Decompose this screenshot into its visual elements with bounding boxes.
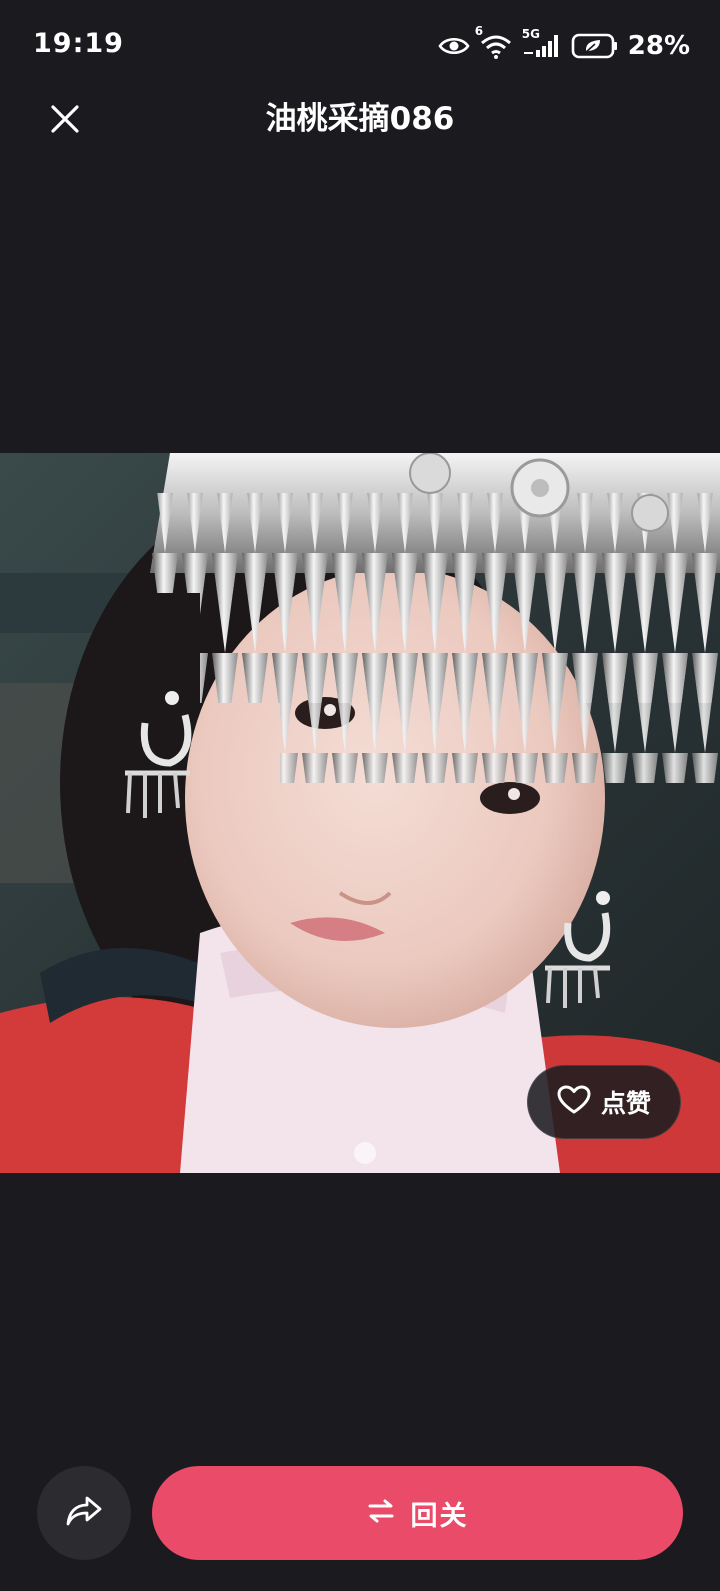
cellular-signal-icon: 5G	[522, 27, 562, 59]
wifi-badge: 6	[474, 24, 484, 38]
follow-back-label: 回关	[410, 1500, 469, 1532]
like-label: 点赞	[600, 1089, 651, 1118]
photo-viewer-screen: 19:19 6 5G 28% 油桃采摘086 点赞 回关	[0, 0, 720, 1591]
heart-icon	[557, 1085, 591, 1119]
share-button[interactable]	[37, 1466, 131, 1560]
network-type: 5G	[521, 27, 540, 41]
share-icon	[65, 1495, 103, 1531]
close-icon	[50, 104, 80, 138]
battery-icon	[571, 33, 619, 59]
battery-percent: 28%	[627, 31, 690, 61]
follow-back-button[interactable]: 回关	[152, 1466, 683, 1560]
wifi-icon: 6	[475, 24, 513, 60]
status-bar: 19:19 6 5G 28%	[0, 0, 720, 92]
swap-arrows-icon	[367, 1498, 395, 1528]
status-icons: 6 5G 28%	[438, 24, 690, 64]
eye-icon	[438, 35, 470, 57]
page-title: 油桃采摘086	[265, 101, 455, 137]
status-time: 19:19	[33, 28, 124, 59]
like-button[interactable]: 点赞	[527, 1065, 681, 1139]
close-button[interactable]	[40, 96, 90, 146]
